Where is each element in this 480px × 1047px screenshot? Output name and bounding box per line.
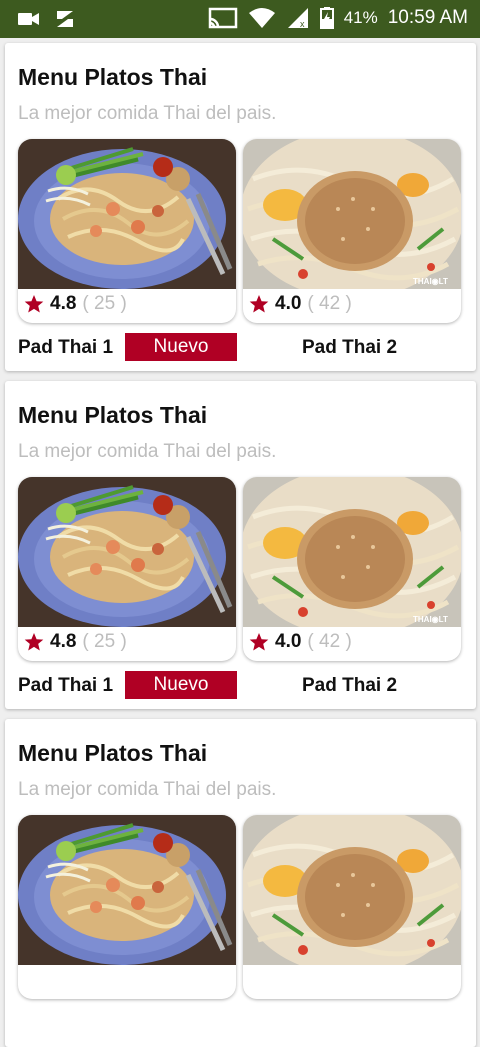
rating-score: 4.0 (275, 631, 302, 652)
review-count: ( 25 ) (82, 631, 127, 652)
menu-card: Menu Platos Thai La mejor comida Thai de… (5, 381, 476, 709)
cast-icon (208, 7, 237, 29)
pad-thai-1-photo (18, 477, 236, 627)
dish-name: Pad Thai 1 (18, 337, 114, 358)
clock-time: 10:59 AM (387, 7, 468, 28)
menu-card: Menu Platos Thai La mejor comida Thai de… (5, 719, 476, 1047)
star-icon (24, 633, 44, 651)
card-subtitle: La mejor comida Thai del pais. (18, 103, 277, 124)
rating-score: 4.0 (275, 293, 302, 314)
dish-tile-pad-thai-1[interactable]: 4.8 ( 25 ) (18, 139, 236, 323)
dish-name: Pad Thai 2 (302, 675, 398, 696)
battery-percentage: 41% (343, 8, 378, 27)
svg-text:x: x (300, 19, 305, 29)
review-count: ( 25 ) (82, 293, 127, 314)
rating-row: 4.0 ( 42 ) (249, 293, 352, 315)
star-icon (249, 633, 269, 651)
rating-score: 4.8 (50, 631, 77, 652)
pad-thai-1-photo (18, 815, 236, 965)
dish-tile-pad-thai-2[interactable] (243, 815, 461, 999)
status-bar: x 41% 10:59 AM (0, 0, 480, 38)
dish-tile-pad-thai-1[interactable]: 4.8 ( 25 ) (18, 477, 236, 661)
pad-thai-1-photo (18, 139, 236, 289)
dish-tile-pad-thai-2[interactable]: THAI◉LT 4.0 ( 42 ) (243, 139, 461, 323)
card-title: Menu Platos Thai (18, 402, 208, 428)
star-icon (249, 295, 269, 313)
review-count: ( 42 ) (307, 631, 352, 652)
menu-card: Menu Platos Thai La mejor comida Thai de… (5, 43, 476, 371)
rating-row: 4.8 ( 25 ) (24, 293, 127, 315)
rating-row: 4.8 ( 25 ) (24, 631, 127, 653)
card-subtitle: La mejor comida Thai del pais. (18, 779, 277, 800)
dish-tile-pad-thai-2[interactable]: THAI◉LT 4.0 ( 42 ) (243, 477, 461, 661)
rating-score: 4.8 (50, 293, 77, 314)
new-badge: Nuevo (125, 671, 237, 699)
pad-thai-2-photo: THAI◉LT (243, 477, 461, 627)
video-camera-icon (18, 13, 39, 25)
s-app-icon (57, 11, 73, 27)
star-icon (24, 295, 44, 313)
pad-thai-2-photo: THAI◉LT (243, 139, 461, 289)
card-title: Menu Platos Thai (18, 740, 208, 766)
card-title: Menu Platos Thai (18, 64, 208, 90)
wifi-icon (248, 8, 275, 28)
rating-row: 4.0 ( 42 ) (249, 631, 352, 653)
dish-tile-pad-thai-1[interactable] (18, 815, 236, 999)
photo-watermark: THAI◉LT (413, 615, 448, 624)
dish-name: Pad Thai 1 (18, 675, 114, 696)
pad-thai-2-photo (243, 815, 461, 965)
battery-icon (319, 7, 334, 29)
dish-name: Pad Thai 2 (302, 337, 398, 358)
no-signal-icon: x (287, 8, 308, 29)
card-subtitle: La mejor comida Thai del pais. (18, 441, 277, 462)
review-count: ( 42 ) (307, 293, 352, 314)
new-badge: Nuevo (125, 333, 237, 361)
photo-watermark: THAI◉LT (413, 277, 448, 286)
